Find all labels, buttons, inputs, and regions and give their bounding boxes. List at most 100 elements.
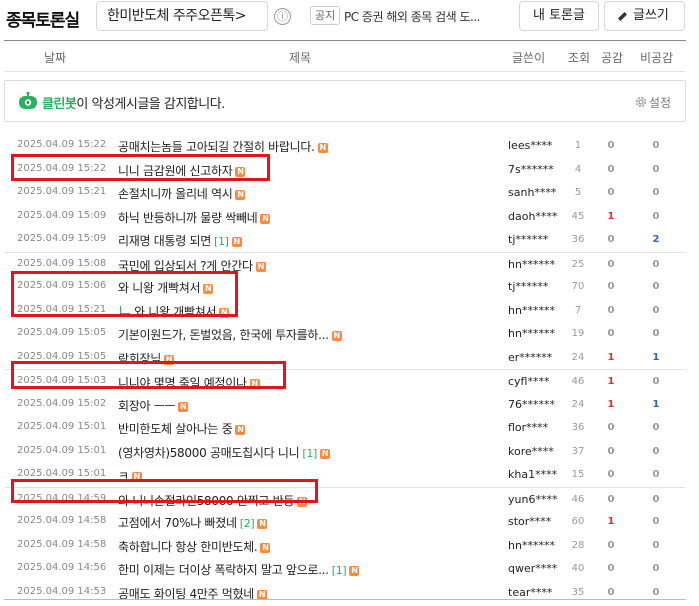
post-title-link[interactable]: 손절치니까 올리네 역시 N: [118, 185, 473, 202]
cleanbot-settings[interactable]: 설정: [635, 94, 671, 111]
post-likes: 0: [607, 281, 615, 292]
post-views: 7: [574, 304, 582, 316]
cleanbot-message: 이 악성게시글을 감지합니다.: [76, 97, 225, 112]
post-likes: 1: [607, 398, 615, 410]
post-author[interactable]: daoh****: [508, 210, 557, 223]
post-likes: 0: [607, 258, 615, 270]
post-views: 37: [571, 445, 585, 457]
post-author[interactable]: tj******: [508, 233, 548, 246]
pencil-icon: [617, 12, 627, 22]
post-row: 2025.04.09 15:09 하닉 반등하니까 물량 싹빼네 Ndaoh****…: [4, 205, 686, 229]
new-badge-icon: N: [235, 190, 246, 200]
post-dislikes: 0: [652, 163, 660, 175]
post-author[interactable]: hn******: [508, 327, 555, 340]
post-likes: 0: [607, 563, 615, 574]
post-title-link[interactable]: 국민에 입상되서 ?게 안간다 N: [118, 257, 473, 274]
post-dislikes: 0: [652, 258, 660, 270]
post-title-link[interactable]: 하닉 반등하니까 물량 싹빼네 N: [118, 209, 473, 226]
post-views: 5: [574, 187, 582, 198]
post-date: 2025.04.09 15:06: [17, 280, 107, 291]
comment-count[interactable]: [2]: [240, 517, 255, 530]
post-views: 46: [571, 493, 585, 505]
post-title-link[interactable]: 니니 금감원에 신고하자 N: [118, 162, 473, 179]
post-author[interactable]: sanh****: [508, 186, 556, 199]
notice-badge: 공지: [310, 6, 341, 25]
post-title-link[interactable]: 회장아 ㅡㅡ N: [118, 397, 473, 414]
post-author[interactable]: 76******: [508, 398, 555, 411]
post-views: 40: [571, 563, 585, 574]
comment-count[interactable]: [1]: [302, 447, 317, 460]
post-dislikes: 0: [652, 586, 660, 598]
column-author: 글쓴이: [512, 51, 546, 65]
board-title: 종목토론실: [6, 11, 80, 31]
stock-selector[interactable]: 한미반도체 주주오픈톡>: [96, 1, 268, 31]
comment-count[interactable]: [1]: [332, 564, 347, 577]
post-title-link[interactable]: ㅋN: [118, 467, 473, 484]
column-dislikes: 비공감: [640, 51, 674, 65]
write-button[interactable]: 글쓰기: [604, 1, 685, 31]
post-author[interactable]: 7s******: [508, 163, 554, 176]
write-button-label: 글쓰기: [633, 8, 669, 23]
post-title-link[interactable]: 와 니왕 개빡쳐서 N: [118, 279, 473, 296]
post-title-link[interactable]: 한미 이제는 더이상 폭락하지 말고 앞으로... [1] N: [118, 561, 473, 578]
new-badge-icon: N: [163, 354, 174, 365]
post-dislikes: 0: [652, 210, 660, 222]
new-badge-icon: N: [131, 472, 142, 482]
post-row: 2025.04.09 15:22 공매치는놈들 고아되길 간절히 바랍니다. Nle…: [4, 134, 686, 158]
post-author[interactable]: yun6****: [508, 493, 557, 506]
notice-link[interactable]: PC 증권 해외 종목 검색 도...: [344, 8, 504, 25]
info-icon[interactable]: ⓘ: [274, 8, 291, 25]
post-row: 2025.04.09 15:01 ㅋ Nkha1**** 15 0 0: [4, 463, 686, 487]
post-date: 2025.04.09 15:01: [17, 444, 107, 456]
post-title-link[interactable]: 반미한도체 살아나는 중N: [118, 420, 473, 437]
post-dislikes: 0: [652, 187, 660, 198]
post-likes: 1: [607, 210, 615, 222]
post-row: 2025.04.09 14:56 한미 이제는 더이상 폭락하지 말고 앞으로..…: [4, 557, 686, 581]
post-author[interactable]: hn******: [508, 258, 555, 271]
post-author[interactable]: kha1****: [508, 468, 557, 481]
post-views: 60: [571, 516, 585, 527]
post-author[interactable]: qwer****: [508, 562, 557, 575]
post-author[interactable]: cyfl****: [508, 375, 550, 388]
post-author[interactable]: flor****: [508, 421, 548, 434]
post-likes: 1: [607, 376, 615, 387]
post-title-text: 하닉 반등하니까 물량 싹빼네: [118, 210, 258, 225]
post-title-link[interactable]: 공매치는놈들 고아되길 간절히 바랍니다. N: [118, 138, 473, 155]
post-author[interactable]: er******: [508, 351, 552, 364]
post-author[interactable]: hn******: [508, 539, 555, 552]
top-bar: 종목토론실 한미반도체 주주오픈톡> ⓘ 공지 PC 증권 해외 종목 검색 도…: [0, 0, 699, 34]
post-title-link[interactable]: (영차영차)58000 공매도칩시다 니니 [1] N: [118, 444, 473, 461]
post-row: 2025.04.09 14:58 고점에서 70%나 빠졌네 [2] Nstor***…: [4, 510, 686, 534]
gear-icon: [635, 96, 647, 108]
comment-count[interactable]: [1]: [214, 235, 229, 248]
post-title-text: 락회장님: [118, 351, 161, 366]
post-row: 2025.04.09 15:01 반미한도체 살아나는 중 Nflor**** 36 0…: [4, 416, 686, 440]
post-title-link[interactable]: 리재명 대통령 되면 [1] N: [118, 232, 473, 249]
my-posts-button[interactable]: 내 토론글: [519, 1, 599, 31]
post-title-link[interactable]: 고점에서 70%나 빠졌네 [2] N: [118, 514, 473, 531]
post-views: 36: [571, 234, 585, 245]
post-title-link[interactable]: 니니야 몇명 죽일 예정이나 N: [118, 374, 473, 391]
post-author[interactable]: tear****: [508, 586, 552, 599]
post-likes: 0: [607, 140, 615, 151]
post-views: 35: [571, 586, 585, 598]
post-author[interactable]: kore****: [508, 445, 554, 458]
post-author[interactable]: stor****: [508, 515, 551, 528]
post-author[interactable]: tj******: [508, 280, 548, 293]
new-badge-icon: N: [178, 401, 189, 412]
post-title-link[interactable]: 락회장님 N: [118, 350, 473, 367]
post-dislikes: 0: [652, 445, 660, 457]
post-author[interactable]: hn******: [508, 304, 555, 317]
post-title-link[interactable]: 와 니니손절라인58000 안찍고 반등 N: [118, 492, 473, 509]
post-author[interactable]: lees****: [508, 139, 552, 152]
post-title-text: 반미한도체 살아나는 중: [118, 422, 233, 436]
settings-label: 설정: [648, 96, 671, 110]
post-title-link[interactable]: 기본이원드가, 돈벌었음, 한국에 투자를하... N: [118, 326, 473, 343]
post-likes: 0: [607, 422, 615, 433]
post-title-text: 리재명 대통령 되면: [118, 234, 211, 248]
post-dislikes: 0: [652, 328, 660, 339]
post-title-link[interactable]: 와 니왕 개빡쳐서 N: [118, 303, 473, 320]
post-date: 2025.04.09 14:56: [17, 562, 107, 573]
post-title-link[interactable]: 축하합니다 항상 한미반도체. N: [118, 538, 473, 555]
column-date: 날짜: [44, 51, 67, 65]
